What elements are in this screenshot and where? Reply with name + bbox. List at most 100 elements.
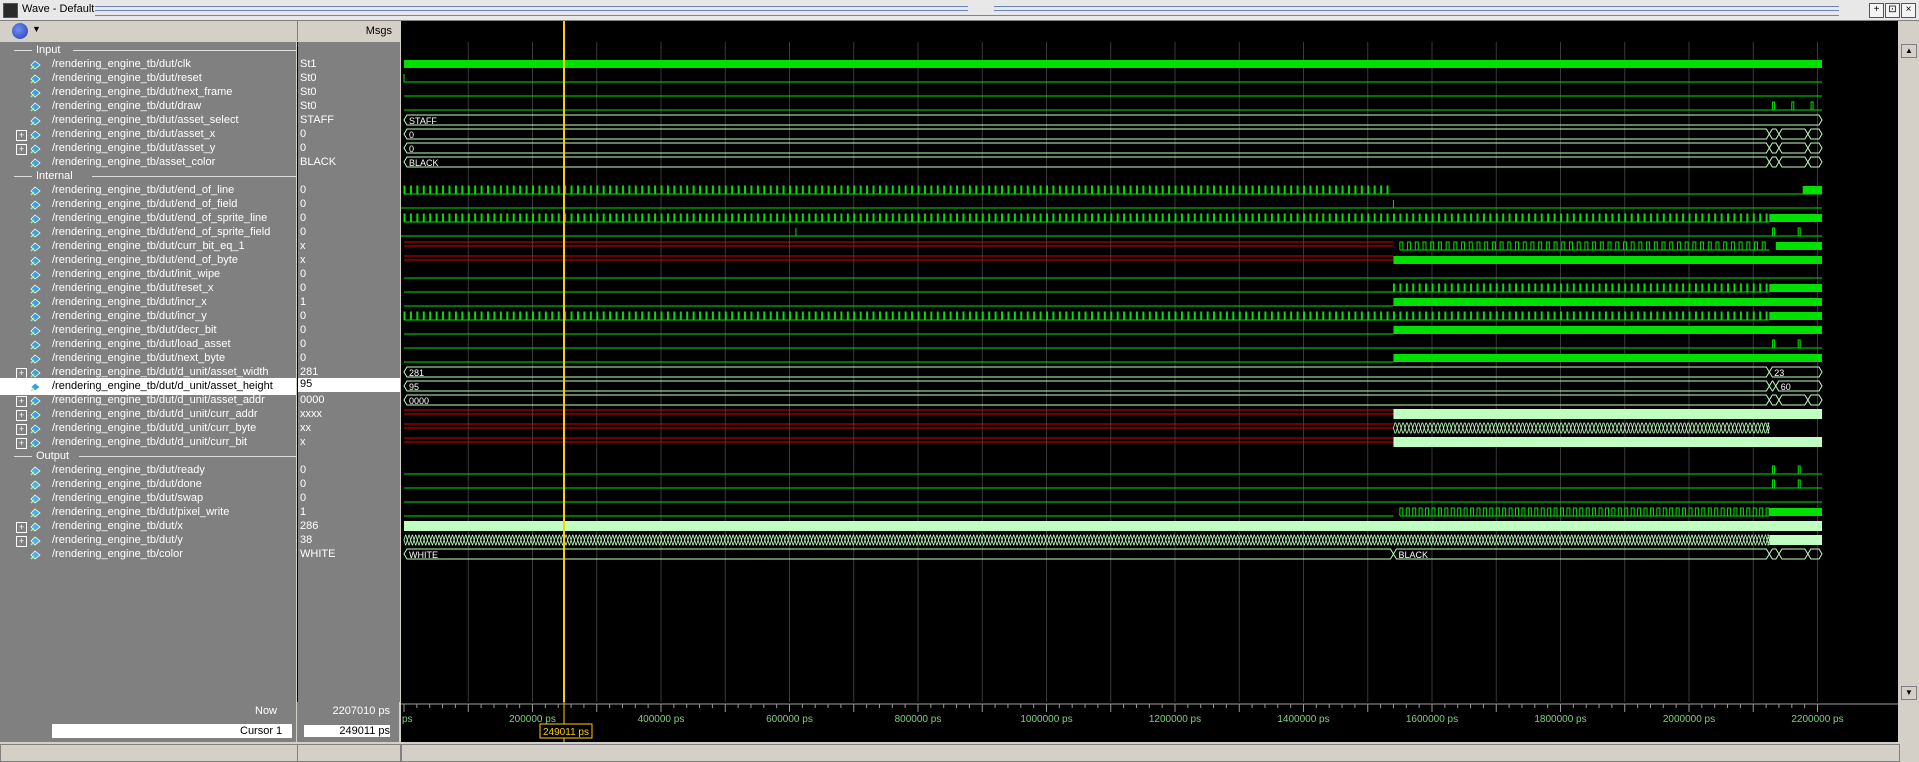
- signal-value: St0: [300, 100, 317, 112]
- signal-value: BLACK: [300, 156, 337, 168]
- signal-value: 0: [300, 212, 307, 224]
- signal-name: /rendering_engine_tb/dut/d_unit/asset_he…: [52, 380, 273, 392]
- ruler-start-label: ps: [402, 714, 413, 725]
- values-hscrollbar[interactable]: [297, 744, 401, 762]
- signal-value: x: [300, 254, 306, 266]
- signal-row[interactable]: /rendering_engine_tb/color: [0, 546, 296, 563]
- signal-dense: [1769, 508, 1822, 516]
- signal-icon: [30, 536, 41, 546]
- bus-dense: [1393, 422, 1770, 434]
- window-title: Wave - Default: [22, 3, 95, 15]
- signal-value: WHITE: [300, 548, 336, 560]
- signal-name: /rendering_engine_tb/dut/next_byte: [52, 352, 226, 364]
- cursor-value[interactable]: 249011 ps: [304, 725, 390, 737]
- signal-icon: [30, 214, 41, 224]
- signal-name: /rendering_engine_tb/dut/curr_bit_eq_1: [52, 240, 245, 252]
- signal-name: /rendering_engine_tb/dut/y: [52, 534, 183, 546]
- signal-icon: [30, 326, 41, 336]
- scroll-down-icon[interactable]: ▼: [1901, 686, 1917, 700]
- names-hscrollbar[interactable]: [0, 744, 298, 762]
- bus-label: 0000: [409, 396, 429, 406]
- scroll-up-icon[interactable]: ▲: [1901, 44, 1917, 58]
- signal-value: 1: [300, 296, 307, 308]
- ruler-tick-label: 1800000 ps: [1534, 714, 1586, 725]
- signal-dense: [1775, 242, 1822, 250]
- close-icon[interactable]: ×: [1901, 3, 1916, 18]
- ruler-tick-label: 1600000 ps: [1406, 714, 1458, 725]
- wave-hscrollbar[interactable]: [401, 744, 1900, 762]
- bus-trace: [403, 380, 1770, 392]
- signal-value: 38: [300, 534, 313, 546]
- signal-icon: [30, 312, 41, 322]
- signal-name: /rendering_engine_tb/dut/decr_bit: [52, 324, 217, 336]
- signal-pulses: [403, 311, 1389, 320]
- signal-name: /rendering_engine_tb/dut/next_frame: [52, 86, 233, 98]
- wave-pane[interactable]: STAFF 0 0 BLACK 281 23 95 60 0000 WHITE BLACK: [401, 21, 1898, 702]
- signal-dense: [1769, 214, 1822, 222]
- signal-pulses: [1772, 465, 1801, 474]
- signal-value: STAFF: [300, 114, 335, 126]
- bus-label: BLACK: [409, 158, 439, 168]
- signal-pulses: [1772, 479, 1801, 488]
- signal-name: /rendering_engine_tb/dut/end_of_line: [52, 184, 235, 196]
- cursor-label: Cursor 1: [240, 725, 283, 737]
- signal-icon: [30, 340, 41, 350]
- globe-icon[interactable]: [12, 23, 28, 39]
- bus-trace: [1807, 394, 1823, 406]
- bus-trace: [1807, 142, 1823, 154]
- bus-trace: [1768, 142, 1780, 154]
- signal-icon: [30, 270, 41, 280]
- signal-value: xxxx: [300, 408, 322, 420]
- timeline-ruler[interactable]: ps 200000 ps 400000 ps 600000 ps 800000 ps 10…: [401, 702, 1898, 742]
- signal-icon: [30, 116, 41, 126]
- signal-name: /rendering_engine_tb/dut/asset_y: [52, 142, 216, 154]
- bus-dense: [1393, 409, 1822, 419]
- vertical-scrollbar[interactable]: ▲ ▼: [1899, 42, 1919, 702]
- signal-pulses: [403, 213, 1768, 222]
- bus-dense: [403, 534, 1770, 546]
- signal-name: /rendering_engine_tb/dut/done: [52, 478, 202, 490]
- cursor-flag-label: 249011 ps: [543, 727, 589, 738]
- bus-trace: [1778, 548, 1809, 560]
- ruler-tick-label: 1400000 ps: [1277, 714, 1329, 725]
- chevron-down-icon[interactable]: ▼: [32, 24, 41, 34]
- dock-icon[interactable]: +: [1869, 3, 1884, 18]
- bus-dense: [1393, 437, 1822, 447]
- ruler-tick-label: 400000 ps: [638, 714, 685, 725]
- signal-name: /rendering_engine_tb/asset_color: [52, 156, 216, 168]
- signal-value: x: [300, 240, 306, 252]
- signal-dense: [404, 60, 1822, 68]
- bus-trace: [403, 156, 1770, 168]
- signal-value: St0: [300, 86, 317, 98]
- title-grip-handle[interactable]: [968, 4, 994, 14]
- signal-value: 0: [300, 338, 307, 350]
- bus-trace: [1778, 128, 1809, 140]
- signal-name: /rendering_engine_tb/dut/reset: [52, 72, 202, 84]
- ruler-tick-label: 800000 ps: [895, 714, 942, 725]
- signal-pulses: [1772, 339, 1801, 348]
- signal-value: 1: [300, 506, 307, 518]
- signal-pulses: [1772, 101, 1814, 110]
- signal-name: /rendering_engine_tb/dut/end_of_field: [52, 198, 238, 210]
- signal-pulses: [1772, 227, 1801, 236]
- signal-value: 286: [300, 520, 319, 532]
- signal-icon: [30, 368, 41, 378]
- bus-dense: [404, 521, 1822, 531]
- wave-toolbar: ▼: [0, 21, 296, 41]
- bus-dense: [1769, 535, 1822, 545]
- undock-icon[interactable]: ⊡: [1885, 3, 1900, 18]
- signal-name: /rendering_engine_tb/dut/ready: [52, 464, 205, 476]
- bus-trace: [403, 394, 1770, 406]
- bus-trace: [1768, 394, 1780, 406]
- signal-name-pane: Input/rendering_engine_tb/dut/clk/render…: [0, 42, 332, 702]
- signal-icon: [30, 200, 41, 210]
- signal-name: /rendering_engine_tb/dut/asset_select: [52, 114, 239, 126]
- signal-name: /rendering_engine_tb/color: [52, 548, 183, 560]
- ruler-tick-label: 600000 ps: [766, 714, 813, 725]
- signal-value: x: [300, 436, 306, 448]
- signal-name: /rendering_engine_tb/dut/end_of_byte: [52, 254, 238, 266]
- signal-dense: [1393, 298, 1822, 306]
- signal-icon: [30, 60, 41, 70]
- signal-pulses: [1399, 241, 1766, 250]
- signal-name: /rendering_engine_tb/dut/d_unit/curr_byt…: [52, 422, 257, 434]
